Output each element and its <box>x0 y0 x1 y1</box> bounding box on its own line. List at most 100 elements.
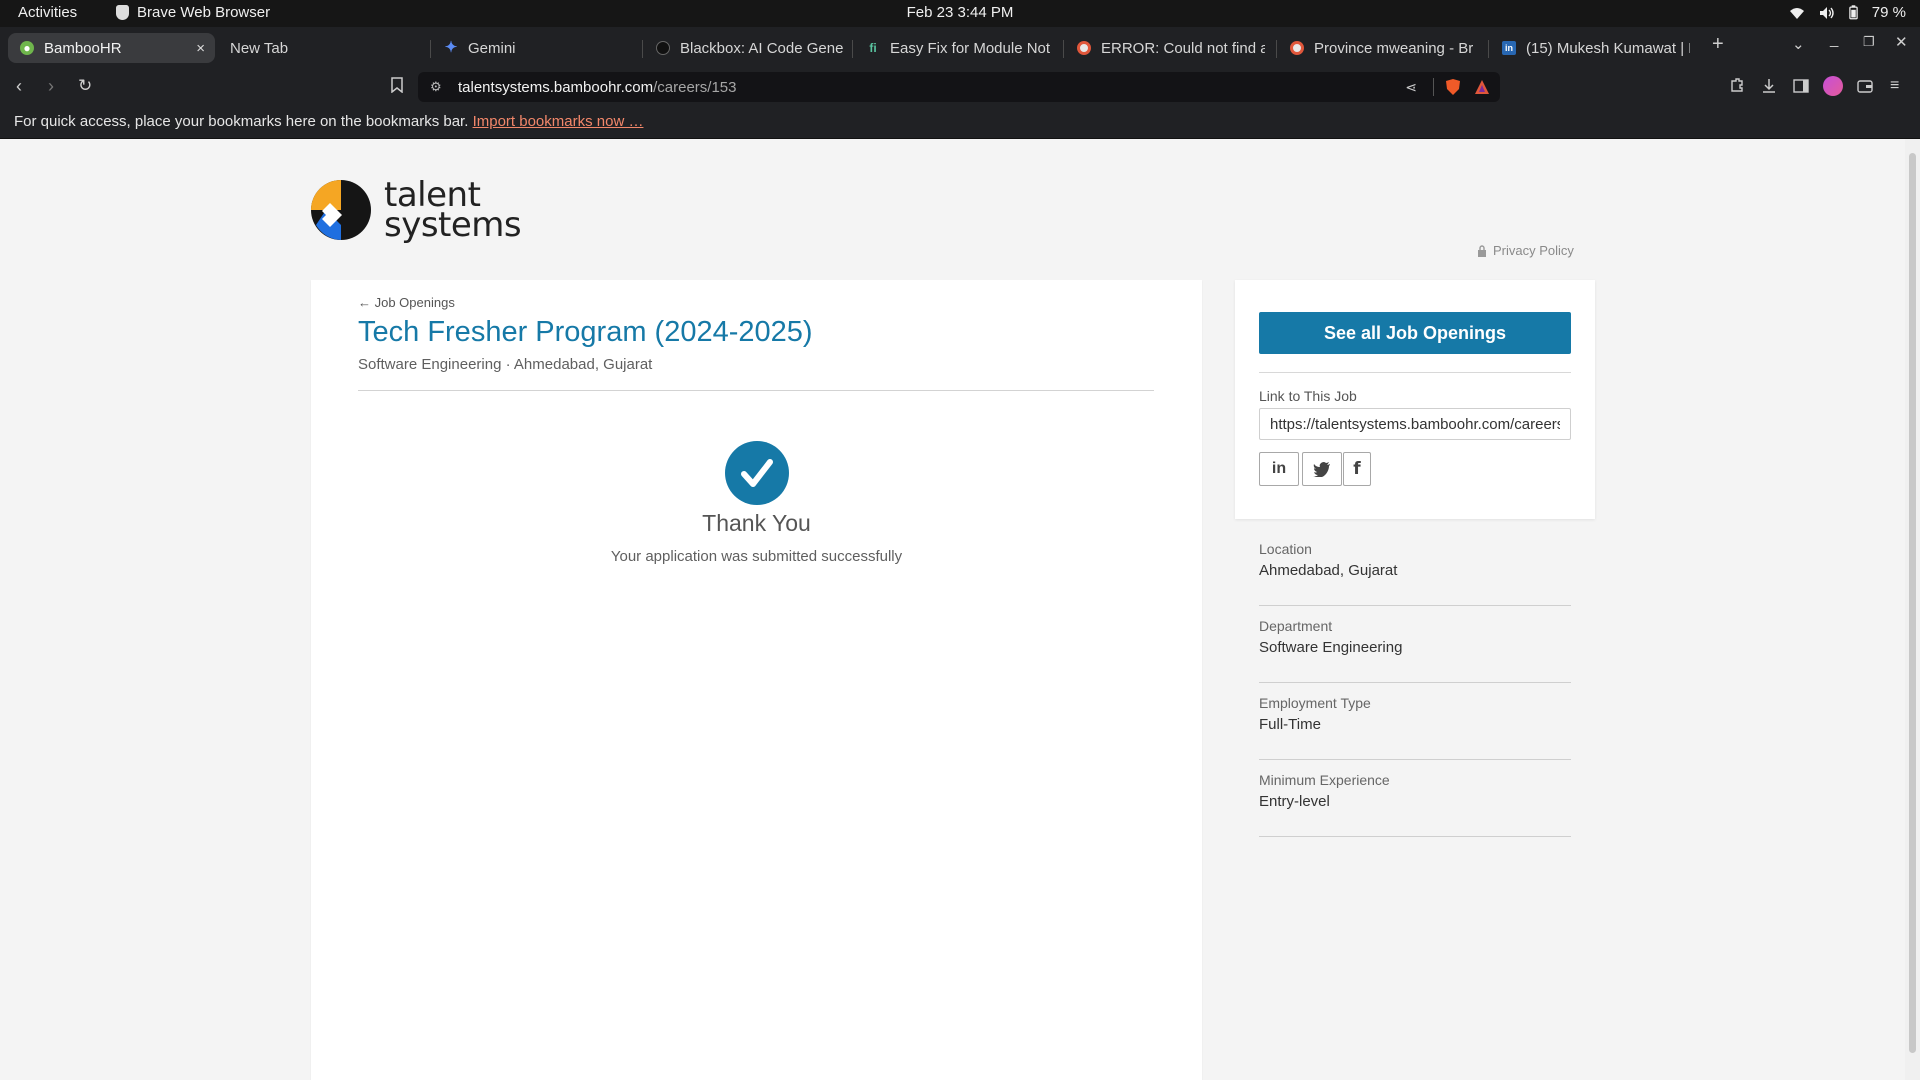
blackbox-icon <box>656 41 670 55</box>
brave-rewards-icon[interactable] <box>1474 79 1490 95</box>
detail-label: Minimum Experience <box>1259 772 1390 788</box>
share-facebook-button[interactable]: f <box>1343 452 1371 486</box>
detail-value: Software Engineering <box>1259 639 1403 656</box>
tab-separator <box>1488 40 1489 58</box>
detail-value: Entry-level <box>1259 793 1330 810</box>
tab-province[interactable]: Province mweaning - Br <box>1278 33 1478 63</box>
back-to-job-openings-link[interactable]: ← Job Openings <box>358 295 455 310</box>
job-meta: Software Engineering · Ahmedabad, Gujara… <box>358 356 653 373</box>
address-bar[interactable]: ⚙ talentsystems.bamboohr.com/careers/153… <box>418 72 1500 102</box>
url-host: talentsystems.bamboohr.com <box>458 78 654 96</box>
twitter-icon <box>1313 461 1330 477</box>
brave-lion-icon <box>116 5 129 20</box>
site-settings-icon[interactable]: ⚙ <box>430 79 458 95</box>
see-all-job-openings-button[interactable]: See all Job Openings <box>1259 312 1571 354</box>
tab-separator <box>1063 40 1064 58</box>
tab-title: Blackbox: AI Code Gener <box>680 39 844 57</box>
clock[interactable]: Feb 23 3:44 PM <box>0 4 1920 21</box>
import-bookmarks-link[interactable]: Import bookmarks now … <box>473 113 644 130</box>
minimize-icon[interactable]: _ <box>1830 31 1838 48</box>
detail-location: Location Ahmedabad, Gujarat <box>1259 529 1571 606</box>
brave-shields-icon[interactable] <box>1444 78 1462 96</box>
logo-word-systems: systems <box>384 205 522 245</box>
header-divider <box>358 390 1154 391</box>
thank-you-title: Thank You <box>702 510 811 536</box>
tab-title: Easy Fix for Module Not <box>890 39 1051 57</box>
privacy-policy-link[interactable]: Privacy Policy <box>1477 243 1574 258</box>
detail-label: Department <box>1259 618 1333 634</box>
talent-systems-logo: talent systems <box>310 178 522 245</box>
tab-title: Gemini <box>468 39 516 57</box>
menu-icon[interactable]: ≡ <box>1890 76 1899 96</box>
facebook-icon: f <box>1353 459 1361 479</box>
system-tray[interactable]: 79 % <box>1789 4 1906 21</box>
tab-separator <box>642 40 643 58</box>
link-to-job-label: Link to This Job <box>1259 388 1357 404</box>
job-title: Tech Fresher Program (2024-2025) <box>358 316 813 348</box>
close-tab-icon[interactable]: × <box>196 40 205 57</box>
logo-wordmark: talent systems <box>384 178 522 245</box>
battery-percent: 79 % <box>1871 4 1906 21</box>
linkedin-icon: in <box>1502 41 1516 55</box>
brave-search-icon <box>1290 41 1304 55</box>
detail-department: Department Software Engineering <box>1259 606 1571 683</box>
tab-gemini[interactable]: ✦ Gemini <box>432 33 640 63</box>
privacy-policy-label: Privacy Policy <box>1493 243 1574 258</box>
tab-easy-fix[interactable]: fi Easy Fix for Module Not <box>854 33 1054 63</box>
bookmarks-hint: For quick access, place your bookmarks h… <box>14 113 469 130</box>
gemini-icon: ✦ <box>444 39 458 56</box>
browser-tab-strip: ● BambooHR × New Tab ✦ Gemini Blackbox: … <box>0 27 1920 67</box>
job-link-field[interactable] <box>1259 408 1571 440</box>
activities-button[interactable]: Activities <box>18 4 77 21</box>
app-name-label: Brave Web Browser <box>137 4 271 21</box>
tab-blackbox[interactable]: Blackbox: AI Code Gener <box>644 33 844 63</box>
tab-title: BambooHR <box>44 39 122 57</box>
bamboohr-icon: ● <box>20 41 34 55</box>
tab-bamboohr[interactable]: ● BambooHR × <box>8 33 215 63</box>
scrollbar-thumb[interactable] <box>1909 153 1916 1053</box>
tab-error[interactable]: ERROR: Could not find a <box>1065 33 1265 63</box>
bookmark-icon[interactable] <box>390 77 404 93</box>
back-arrow-icon[interactable]: ‹ <box>16 76 22 96</box>
sidebar-icon[interactable] <box>1792 77 1810 95</box>
share-linkedin-button[interactable]: in <box>1259 452 1299 486</box>
profile-avatar-icon[interactable] <box>1823 76 1843 96</box>
side-divider <box>1259 372 1571 373</box>
close-window-icon[interactable]: ✕ <box>1895 33 1908 51</box>
detail-value: Ahmedabad, Gujarat <box>1259 562 1398 579</box>
web-page: talent systems Privacy Policy ← Job Open… <box>0 139 1920 1080</box>
success-check-icon <box>725 441 789 505</box>
battery-icon <box>1849 5 1858 20</box>
tab-title: Province mweaning - Br <box>1314 39 1474 57</box>
bookmarks-bar: For quick access, place your bookmarks h… <box>0 107 1920 139</box>
download-icon[interactable] <box>1760 77 1778 95</box>
job-side-card: See all Job Openings Link to This Job in… <box>1235 280 1595 519</box>
share-icon[interactable]: ⋖ <box>1405 79 1417 96</box>
submission-message: Your application was submitted successfu… <box>610 548 903 565</box>
tab-linkedin[interactable]: in (15) Mukesh Kumawat | L <box>1490 33 1690 63</box>
tab-separator <box>852 40 853 58</box>
page-scrollbar[interactable] <box>1905 139 1920 1080</box>
fi-icon: fi <box>869 41 877 55</box>
app-menu[interactable]: Brave Web Browser <box>116 4 270 21</box>
brave-search-icon <box>1077 41 1091 55</box>
detail-minimum-experience: Minimum Experience Entry-level <box>1259 760 1571 837</box>
reload-icon[interactable]: ↻ <box>78 76 92 96</box>
url-path: /careers/153 <box>653 78 737 96</box>
talent-systems-logo-mark-icon <box>311 180 371 240</box>
tab-search-chevron-icon[interactable]: ⌄ <box>1792 35 1805 53</box>
new-tab-button[interactable]: + <box>1712 33 1724 56</box>
tab-new-tab[interactable]: New Tab <box>218 33 428 63</box>
job-main-card: ← Job Openings Tech Fresher Program (202… <box>311 280 1202 1080</box>
url-text: talentsystems.bamboohr.com/careers/153 <box>458 79 736 96</box>
wallet-icon[interactable] <box>1856 77 1874 95</box>
volume-icon <box>1819 6 1834 19</box>
detail-value: Full-Time <box>1259 716 1321 733</box>
forward-arrow-icon[interactable]: › <box>48 76 54 96</box>
wifi-icon <box>1789 7 1804 19</box>
extensions-icon[interactable] <box>1728 77 1746 95</box>
share-twitter-button[interactable] <box>1302 452 1342 486</box>
tab-separator <box>1276 40 1277 58</box>
restore-icon[interactable]: ❐ <box>1863 34 1875 50</box>
detail-label: Employment Type <box>1259 695 1371 711</box>
